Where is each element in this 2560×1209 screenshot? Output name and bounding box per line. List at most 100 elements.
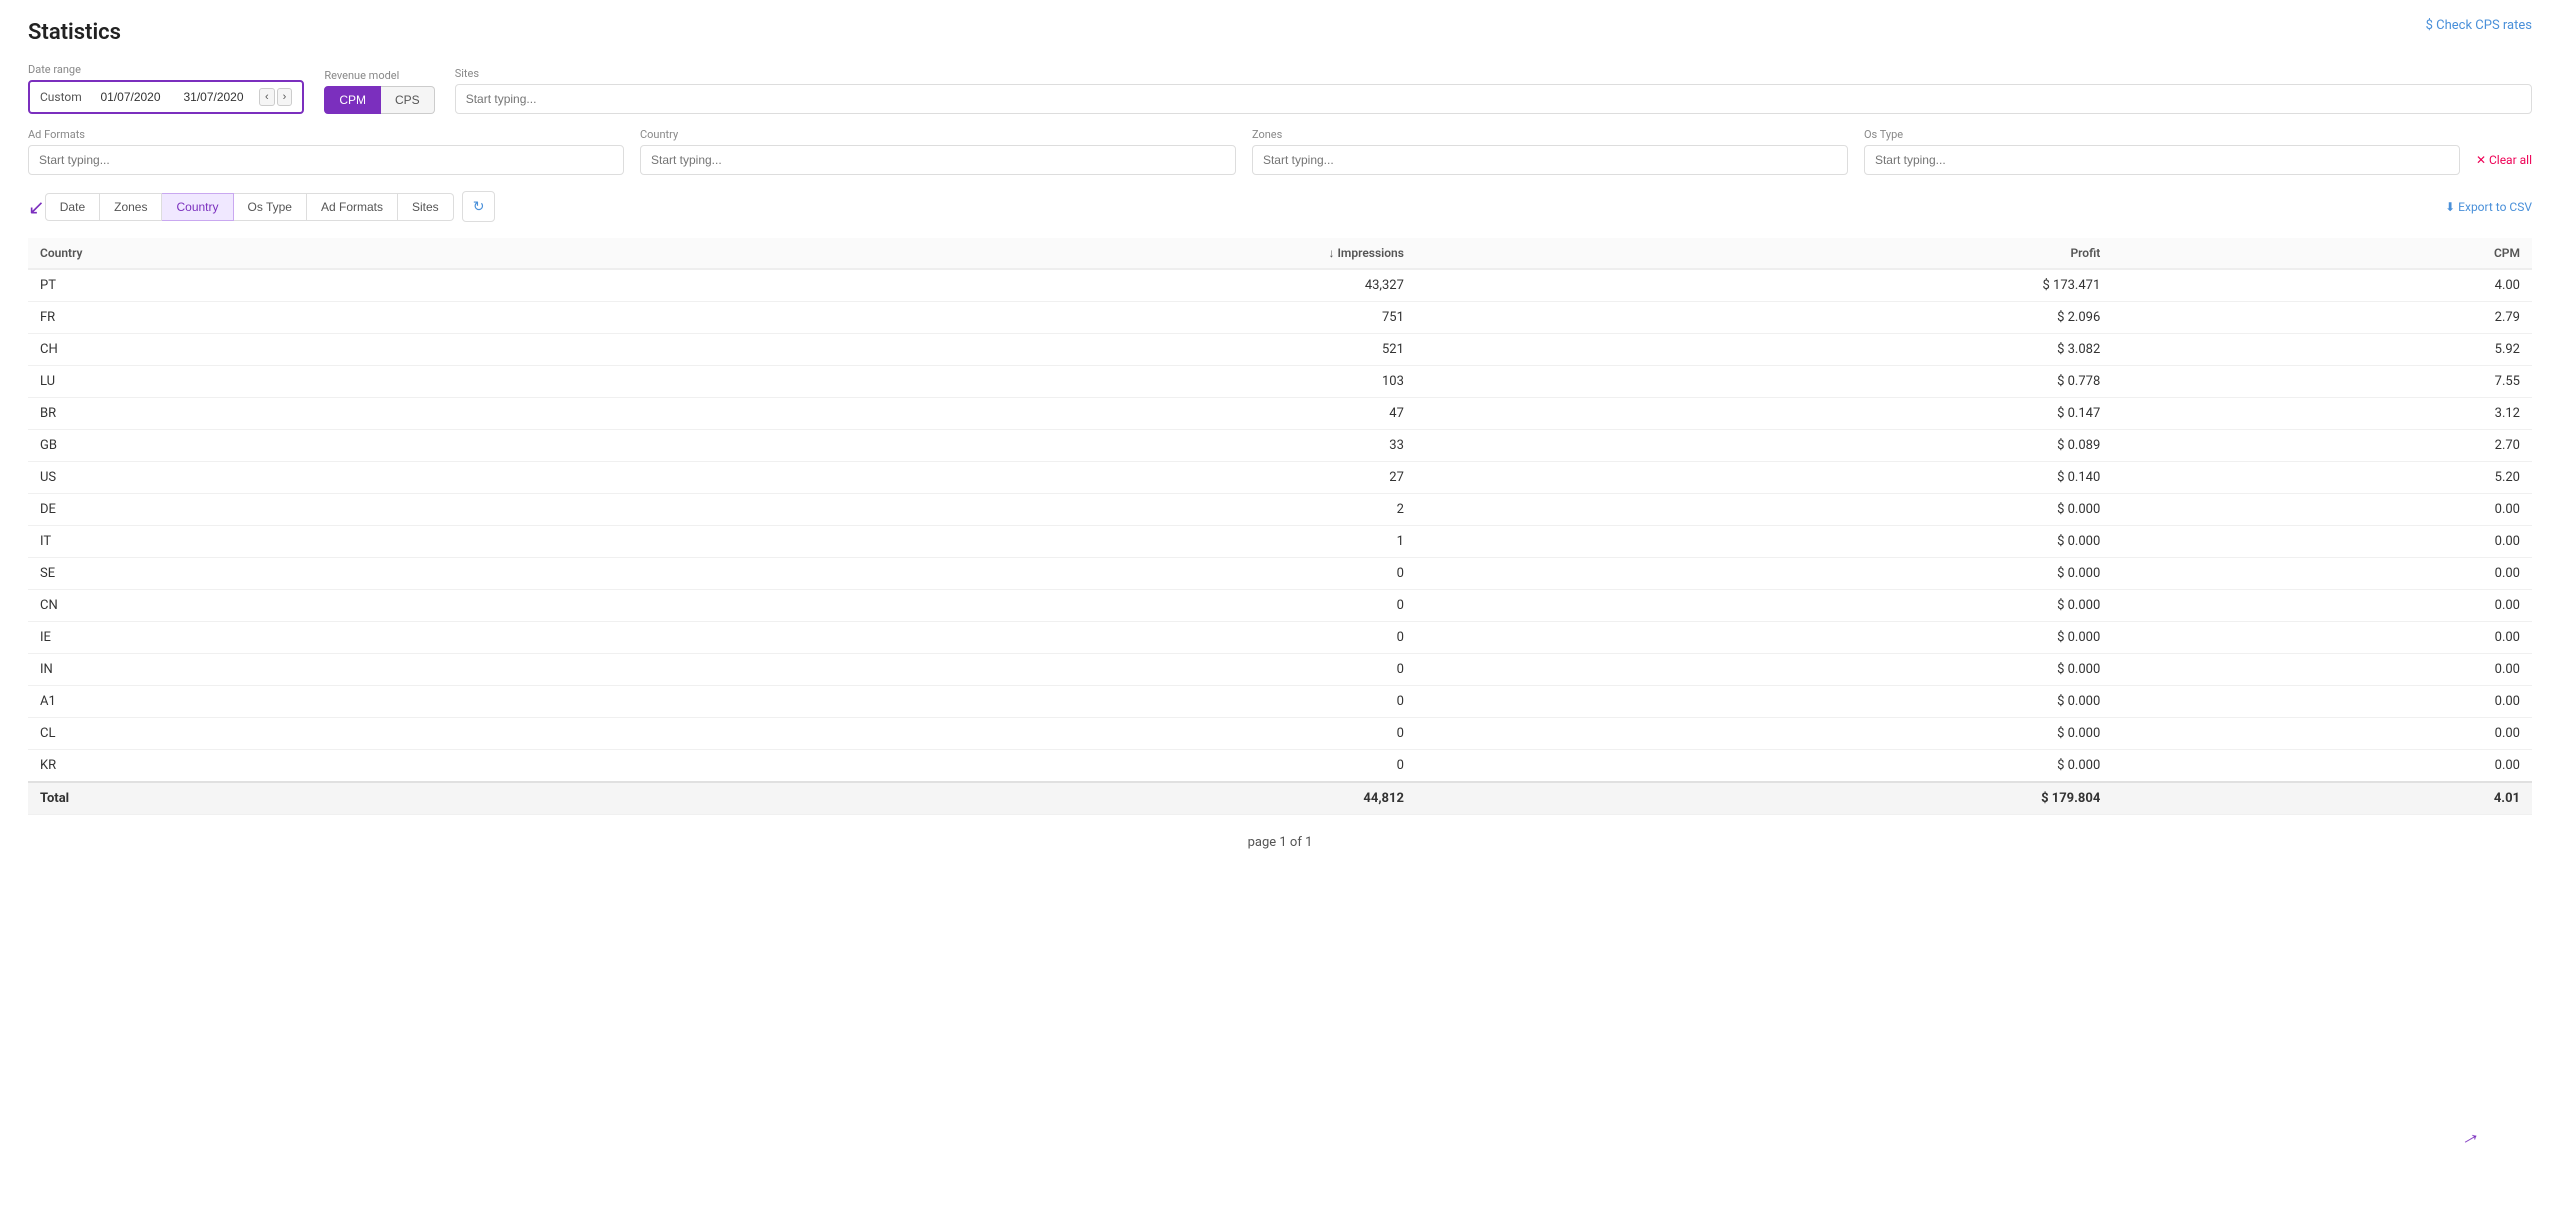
date-prev-button[interactable]: ‹ — [259, 88, 275, 106]
cell-cpm: 0.00 — [2112, 622, 2532, 654]
cell-cpm: 5.20 — [2112, 462, 2532, 494]
export-csv-button[interactable]: ⬇ Export to CSV — [2445, 200, 2532, 214]
col-country: Country — [28, 238, 584, 269]
cell-impressions: 43,327 — [584, 269, 1416, 302]
cell-country: DE — [28, 494, 584, 526]
cell-profit: $ 0.140 — [1416, 462, 2112, 494]
ad-formats-input[interactable] — [28, 145, 624, 175]
cell-country: LU — [28, 366, 584, 398]
cell-impressions: 0 — [584, 750, 1416, 783]
cell-country: CL — [28, 718, 584, 750]
cell-cpm: 3.12 — [2112, 398, 2532, 430]
os-type-group: Os Type — [1864, 128, 2460, 175]
cell-country: GB — [28, 430, 584, 462]
cell-impressions: 0 — [584, 590, 1416, 622]
filter-row-2: Ad Formats Country Zones Os Type ✕ Clear… — [28, 128, 2532, 175]
country-input[interactable] — [640, 145, 1236, 175]
cell-impressions: 0 — [584, 718, 1416, 750]
cell-country: CH — [28, 334, 584, 366]
date-next-button[interactable]: › — [277, 88, 293, 106]
cell-country: A1 — [28, 686, 584, 718]
table-row: FR 751 $ 2.096 2.79 — [28, 302, 2532, 334]
table-row: SE 0 $ 0.000 0.00 — [28, 558, 2532, 590]
col-impressions[interactable]: ↓ Impressions — [584, 238, 1416, 269]
groupby-tab-zones[interactable]: Zones — [100, 193, 162, 221]
cell-impressions: 27 — [584, 462, 1416, 494]
filter-row-1: Date range Custom ‹ › Revenue model CPM … — [28, 63, 2532, 114]
groupby-tab-os-type[interactable]: Os Type — [234, 193, 307, 221]
table-row: IE 0 $ 0.000 0.00 — [28, 622, 2532, 654]
os-type-input[interactable] — [1864, 145, 2460, 175]
page-title: Statistics — [28, 20, 2532, 45]
table-row: IN 0 $ 0.000 0.00 — [28, 654, 2532, 686]
cell-impressions: 0 — [584, 558, 1416, 590]
cell-profit: $ 0.000 — [1416, 558, 2112, 590]
total-profit: $ 179.804 — [1416, 782, 2112, 815]
date-range-label: Date range — [28, 63, 304, 76]
ad-formats-label: Ad Formats — [28, 128, 624, 141]
cell-cpm: 2.79 — [2112, 302, 2532, 334]
total-row: Total 44,812 $ 179.804 4.01 — [28, 782, 2532, 815]
col-profit: Profit — [1416, 238, 2112, 269]
revenue-model-group: Revenue model CPM CPS — [324, 69, 434, 114]
date-nav: ‹ › — [259, 88, 292, 106]
cell-profit: $ 2.096 — [1416, 302, 2112, 334]
arrow-left-annotation: ↙ — [28, 195, 45, 219]
cell-profit: $ 0.778 — [1416, 366, 2112, 398]
col-cpm: CPM — [2112, 238, 2532, 269]
country-group: Country — [640, 128, 1236, 175]
table-row: DE 2 $ 0.000 0.00 — [28, 494, 2532, 526]
sites-label: Sites — [455, 67, 2532, 80]
table-row: KR 0 $ 0.000 0.00 — [28, 750, 2532, 783]
cell-country: KR — [28, 750, 584, 783]
sites-input[interactable] — [455, 84, 2532, 114]
cell-country: SE — [28, 558, 584, 590]
cell-country: IT — [28, 526, 584, 558]
total-cpm: 4.01 — [2112, 782, 2532, 815]
cell-profit: $ 0.089 — [1416, 430, 2112, 462]
cell-cpm: 0.00 — [2112, 718, 2532, 750]
date-from-input[interactable] — [93, 90, 168, 104]
cell-profit: $ 3.082 — [1416, 334, 2112, 366]
groupby-tab-ad-formats[interactable]: Ad Formats — [307, 193, 398, 221]
cell-impressions: 1 — [584, 526, 1416, 558]
date-range-group: Date range Custom ‹ › — [28, 63, 304, 114]
cell-profit: $ 0.000 — [1416, 654, 2112, 686]
groupby-tab-date[interactable]: Date — [45, 193, 100, 221]
cell-cpm: 0.00 — [2112, 750, 2532, 783]
cell-profit: $ 0.000 — [1416, 590, 2112, 622]
cell-country: FR — [28, 302, 584, 334]
cell-impressions: 521 — [584, 334, 1416, 366]
table-row: CN 0 $ 0.000 0.00 — [28, 590, 2532, 622]
cell-impressions: 2 — [584, 494, 1416, 526]
groupby-tab-country[interactable]: Country — [162, 193, 233, 221]
table-row: GB 33 $ 0.089 2.70 — [28, 430, 2532, 462]
cell-cpm: 0.00 — [2112, 494, 2532, 526]
os-type-label: Os Type — [1864, 128, 2460, 141]
check-cps-link[interactable]: $ Check CPS rates — [2426, 18, 2532, 33]
cell-country: PT — [28, 269, 584, 302]
cell-profit: $ 0.000 — [1416, 750, 2112, 783]
cell-impressions: 0 — [584, 686, 1416, 718]
date-to-input[interactable] — [176, 90, 251, 104]
cell-profit: $ 0.000 — [1416, 622, 2112, 654]
ad-formats-group: Ad Formats — [28, 128, 624, 175]
groupby-row: ↙ DateZonesCountryOs TypeAd FormatsSites… — [28, 191, 2532, 222]
table-row: CH 521 $ 3.082 5.92 — [28, 334, 2532, 366]
table-row: US 27 $ 0.140 5.20 — [28, 462, 2532, 494]
table-row: CL 0 $ 0.000 0.00 — [28, 718, 2532, 750]
cell-cpm: 2.70 — [2112, 430, 2532, 462]
cell-impressions: 0 — [584, 654, 1416, 686]
cpm-button[interactable]: CPM — [324, 86, 381, 114]
refresh-button[interactable]: ↻ — [462, 191, 496, 222]
table-row: PT 43,327 $ 173.471 4.00 — [28, 269, 2532, 302]
cell-country: BR — [28, 398, 584, 430]
zones-input[interactable] — [1252, 145, 1848, 175]
cell-profit: $ 0.000 — [1416, 686, 2112, 718]
table-row: A1 0 $ 0.000 0.00 — [28, 686, 2532, 718]
cell-country: IN — [28, 654, 584, 686]
groupby-tab-sites[interactable]: Sites — [398, 193, 454, 221]
cell-profit: $ 0.147 — [1416, 398, 2112, 430]
cps-button[interactable]: CPS — [381, 86, 435, 114]
clear-all-button[interactable]: ✕ Clear all — [2476, 153, 2532, 175]
